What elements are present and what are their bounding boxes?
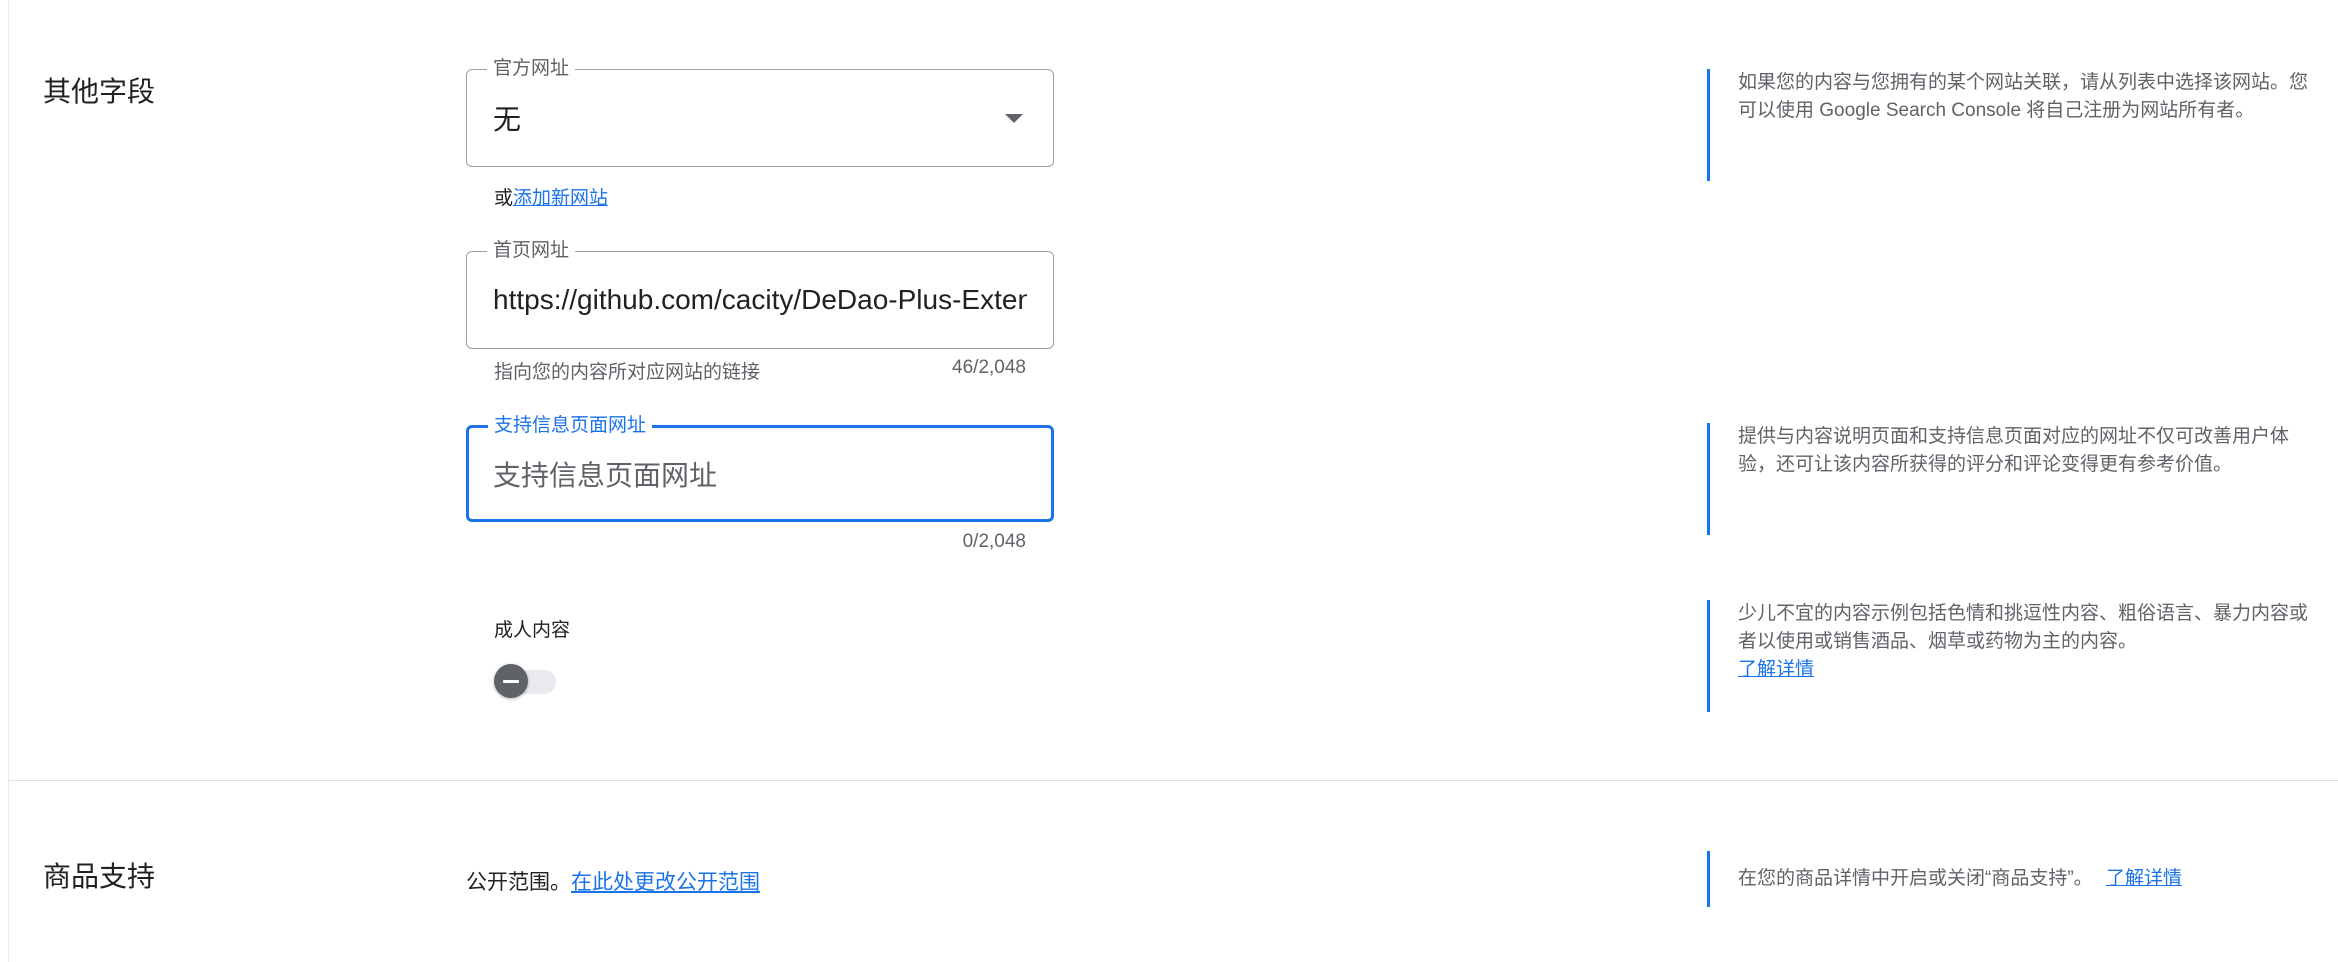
homepage-url-value: https://github.com/cacity/DeDao-Plus-Ext… — [493, 284, 1027, 315]
mature-content-note: 少儿不宜的内容示例包括色情和挑逗性内容、粗俗语言、暴力内容或者以使用或销售酒品、… — [1707, 600, 2318, 712]
support-url-placeholder: 支持信息页面网址 — [493, 459, 718, 491]
official-url-note: 如果您的内容与您拥有的某个网站关联，请从列表中选择该网站。您可以使用 Googl… — [1707, 69, 2318, 181]
homepage-url-counter: 46/2,048 — [952, 357, 1026, 378]
section-divider — [8, 780, 2338, 781]
change-visibility-link[interactable]: 在此处更改公开范围 — [571, 871, 760, 894]
mature-content-label: 成人内容 — [494, 620, 571, 641]
support-url-note: 提供与内容说明页面和支持信息页面对应的网址不仅可改善用户体验，还可让该内容所获得… — [1707, 423, 2318, 535]
add-new-site-link[interactable]: 添加新网站 — [513, 188, 608, 209]
mature-content-note-text: 少儿不宜的内容示例包括色情和挑逗性内容、粗俗语言、暴力内容或者以使用或销售酒品、… — [1738, 603, 2309, 652]
minus-icon — [503, 679, 519, 683]
mature-learn-more-link[interactable]: 了解详情 — [1738, 659, 1814, 680]
item-support-note: 在您的商品详情中开启或关闭“商品支持”。 了解详情 — [1707, 851, 2338, 907]
item-support-learn-more-link[interactable]: 了解详情 — [2106, 868, 2182, 889]
homepage-url-input[interactable]: 首页网址 https://github.com/cacity/DeDao-Plu… — [466, 240, 1054, 349]
other-fields-title: 其他字段 — [43, 76, 156, 107]
support-url-input[interactable]: 支持信息页面网址 支持信息页面网址 — [466, 415, 1054, 522]
item-support-title: 商品支持 — [43, 861, 156, 892]
visibility-row: 公开范围。在此处更改公开范围 — [466, 866, 760, 896]
add-site-row: 或添加新网站 — [494, 183, 608, 210]
or-text: 或 — [494, 188, 514, 209]
official-url-value: 无 — [493, 104, 522, 135]
homepage-url-helper: 指向您的内容所对应网站的链接 — [494, 362, 761, 383]
official-url-select[interactable]: 官方网址 无 — [466, 58, 1054, 167]
visibility-text: 公开范围。 — [466, 871, 571, 894]
chevron-down-icon[interactable] — [1005, 114, 1023, 123]
item-support-note-text: 在您的商品详情中开启或关闭“商品支持”。 — [1738, 868, 2093, 889]
toggle-knob[interactable] — [494, 664, 528, 698]
support-url-counter: 0/2,048 — [962, 531, 1026, 552]
